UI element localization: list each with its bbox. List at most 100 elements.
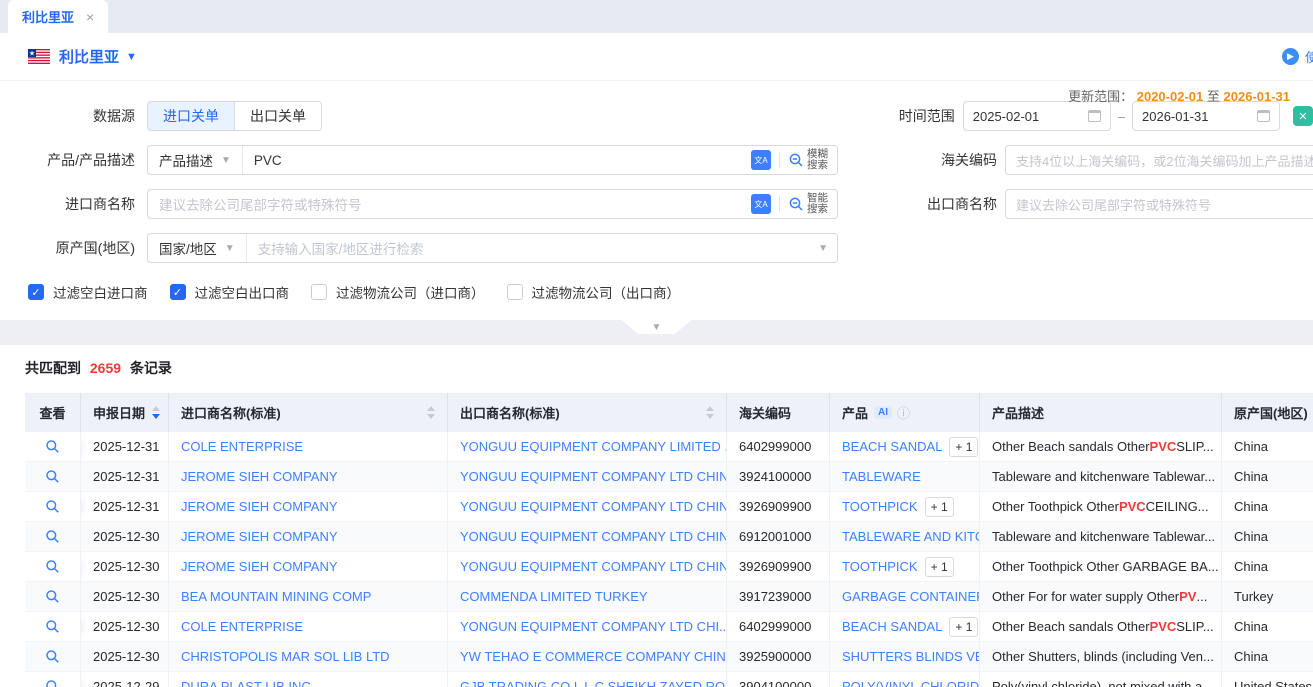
help-link[interactable]: ▶ 使用教程 bbox=[1282, 47, 1313, 66]
hs-code-input[interactable]: 支持4位以上海关编码，或2位海关编码加上产品描述、企业 bbox=[1005, 145, 1313, 175]
product-link[interactable]: TABLEWARE bbox=[842, 469, 921, 484]
table-row: 2025-12-31COLE ENTERPRISEYONGUU EQUIPMEN… bbox=[25, 432, 1313, 462]
importer-input[interactable]: 建议去除公司尾部字符或特殊符号 bbox=[148, 194, 742, 214]
checkbox-icon[interactable] bbox=[507, 284, 523, 300]
date-from-input[interactable]: 2025-02-01 bbox=[963, 101, 1111, 131]
column-header-4[interactable]: 海关编码 bbox=[727, 393, 830, 432]
more-products-badge[interactable]: + 1 bbox=[949, 437, 978, 457]
importer-link[interactable]: JEROME SIEH COMPANY bbox=[169, 552, 448, 582]
product-link[interactable]: BEACH SANDAL bbox=[842, 619, 942, 634]
origin-type-select[interactable]: 国家/地区 ▼ bbox=[148, 234, 247, 262]
checkbox-icon[interactable]: ✓ bbox=[28, 284, 44, 300]
sort-down-icon[interactable] bbox=[706, 414, 714, 419]
exporter-link[interactable]: YONGUU EQUIPMENT COMPANY LTD CHIN... bbox=[448, 552, 727, 582]
importer-link[interactable]: COLE ENTERPRISE bbox=[169, 612, 448, 642]
description-text: SLIP... bbox=[1176, 619, 1213, 634]
importer-link[interactable]: JEROME SIEH COMPANY bbox=[169, 462, 448, 492]
view-record-button[interactable] bbox=[25, 612, 81, 642]
view-record-button[interactable] bbox=[25, 522, 81, 552]
importer-link[interactable]: JEROME SIEH COMPANY bbox=[169, 492, 448, 522]
product-link[interactable]: TABLEWARE AND KITC... bbox=[842, 529, 980, 544]
checkbox-label: 过滤物流公司（出口商） bbox=[532, 282, 681, 302]
view-record-button[interactable] bbox=[25, 462, 81, 492]
column-header-3[interactable]: 出口商名称(标准) bbox=[448, 393, 727, 432]
datasource-option-1[interactable]: 出口关单 bbox=[234, 102, 321, 130]
importer-link[interactable]: BEA MOUNTAIN MINING COMP bbox=[169, 582, 448, 612]
sort-down-icon[interactable] bbox=[427, 414, 435, 419]
more-products-badge[interactable]: + 1 bbox=[925, 497, 954, 517]
importer-link[interactable]: DURA PLAST LIB INC bbox=[169, 672, 448, 687]
country-selector-label[interactable]: 利比里亚 bbox=[59, 46, 119, 67]
chevron-down-icon[interactable]: ▼ bbox=[126, 51, 137, 63]
datasource-option-0[interactable]: 进口关单 bbox=[148, 102, 234, 130]
product-description-cell: Other For for water supply Other PV... bbox=[980, 582, 1222, 612]
checkbox-icon[interactable]: ✓ bbox=[170, 284, 186, 300]
view-record-button[interactable] bbox=[25, 642, 81, 672]
view-record-button[interactable] bbox=[25, 582, 81, 612]
more-products-badge[interactable]: + 1 bbox=[925, 557, 954, 577]
table-row: 2025-12-30COLE ENTERPRISEYONGUN EQUIPMEN… bbox=[25, 612, 1313, 642]
product-type-select[interactable]: 产品描述 ▼ bbox=[148, 146, 243, 174]
exporter-link[interactable]: GJB TRADING CO L L C SHEIKH ZAYED ROA... bbox=[448, 672, 727, 687]
product-link[interactable]: POLY(VINYL CHLORIDE) bbox=[842, 679, 980, 687]
filter-checkbox-2[interactable]: 过滤物流公司（进口商） bbox=[311, 282, 485, 302]
collapse-panel-button[interactable]: ▼ bbox=[622, 320, 692, 334]
view-record-button[interactable] bbox=[25, 552, 81, 582]
column-header-1[interactable]: 申报日期 bbox=[81, 393, 169, 432]
view-record-button[interactable] bbox=[25, 492, 81, 522]
more-products-badge[interactable]: + 1 bbox=[949, 617, 978, 637]
column-header-7[interactable]: 原产国(地区) bbox=[1222, 393, 1313, 432]
tab-liberia[interactable]: 利比里亚 × bbox=[8, 0, 108, 33]
filter-checkbox-1[interactable]: ✓过滤空白出口商 bbox=[170, 282, 290, 302]
sort-control[interactable] bbox=[427, 406, 435, 419]
exporter-link[interactable]: YONGUU EQUIPMENT COMPANY LTD CHIN... bbox=[448, 492, 727, 522]
importer-link[interactable]: CHRISTOPOLIS MAR SOL LIB LTD bbox=[169, 642, 448, 672]
sort-down-icon[interactable] bbox=[152, 414, 160, 419]
smart-search-button[interactable]: 智能 搜索 bbox=[788, 193, 828, 215]
exporter-link[interactable]: YW TEHAO E COMMERCE COMPANY CHINA bbox=[448, 642, 727, 672]
info-icon[interactable]: ⓘ bbox=[897, 403, 910, 422]
translate-icon[interactable]: 文A bbox=[751, 194, 771, 214]
exporter-link[interactable]: YONGUU EQUIPMENT COMPANY LIMITED ... bbox=[448, 432, 727, 462]
tab-close-icon[interactable]: × bbox=[86, 9, 94, 25]
sort-up-icon[interactable] bbox=[427, 406, 435, 411]
update-range-to: 2026-01-31 bbox=[1224, 89, 1291, 104]
column-header-6[interactable]: 产品描述 bbox=[980, 393, 1222, 432]
filter-checkbox-3[interactable]: 过滤物流公司（出口商） bbox=[507, 282, 681, 302]
importer-link[interactable]: COLE ENTERPRISE bbox=[169, 432, 448, 462]
product-link[interactable]: TOOTHPICK bbox=[842, 559, 918, 574]
table-row: 2025-12-31JEROME SIEH COMPANYYONGUU EQUI… bbox=[25, 492, 1313, 522]
translate-icon[interactable]: 文A bbox=[751, 150, 771, 170]
column-header-5[interactable]: 产品AIⓘ bbox=[830, 393, 980, 432]
product-search-input[interactable]: PVC bbox=[243, 153, 742, 168]
product-label: 产品/产品描述 bbox=[0, 150, 147, 170]
origin-country-cell: Turkey bbox=[1222, 582, 1313, 612]
product-link[interactable]: BEACH SANDAL bbox=[842, 439, 942, 454]
exporter-link[interactable]: COMMENDA LIMITED TURKEY bbox=[448, 582, 727, 612]
filter-checkbox-0[interactable]: ✓过滤空白进口商 bbox=[28, 282, 148, 302]
date-to-input[interactable]: 2026-01-31 bbox=[1132, 101, 1280, 131]
sort-control[interactable] bbox=[706, 406, 714, 419]
exporter-link[interactable]: YONGUU EQUIPMENT COMPANY LTD CHIN... bbox=[448, 462, 727, 492]
results-table-header: 查看申报日期进口商名称(标准)出口商名称(标准)海关编码产品AIⓘ产品描述原产国… bbox=[25, 393, 1313, 432]
product-link[interactable]: TOOTHPICK bbox=[842, 499, 918, 514]
column-header-0[interactable]: 查看 bbox=[25, 393, 81, 432]
fuzzy-search-button[interactable]: 模糊 搜索 bbox=[788, 149, 828, 171]
checkbox-icon[interactable] bbox=[311, 284, 327, 300]
chevron-down-icon: ▼ bbox=[221, 155, 231, 166]
product-link[interactable]: SHUTTERS BLINDS VE... bbox=[842, 649, 980, 664]
exporter-input[interactable]: 建议去除公司尾部字符或特殊符号 bbox=[1005, 189, 1313, 219]
sort-up-icon[interactable] bbox=[706, 406, 714, 411]
sort-control[interactable] bbox=[152, 406, 160, 419]
export-excel-icon[interactable]: ✕ bbox=[1293, 106, 1313, 126]
exporter-link[interactable]: YONGUN EQUIPMENT COMPANY LTD CHI... bbox=[448, 612, 727, 642]
sort-up-icon[interactable] bbox=[152, 406, 160, 411]
help-label: 使用教程 bbox=[1305, 47, 1313, 66]
exporter-link[interactable]: YONGUU EQUIPMENT COMPANY LTD CHIN... bbox=[448, 522, 727, 552]
view-record-button[interactable] bbox=[25, 432, 81, 462]
view-record-button[interactable] bbox=[25, 672, 81, 687]
column-header-2[interactable]: 进口商名称(标准) bbox=[169, 393, 448, 432]
product-link[interactable]: GARBAGE CONTAINER bbox=[842, 589, 980, 604]
origin-search-input[interactable]: 支持输入国家/地区进行检索 bbox=[247, 238, 801, 258]
importer-link[interactable]: JEROME SIEH COMPANY bbox=[169, 522, 448, 552]
